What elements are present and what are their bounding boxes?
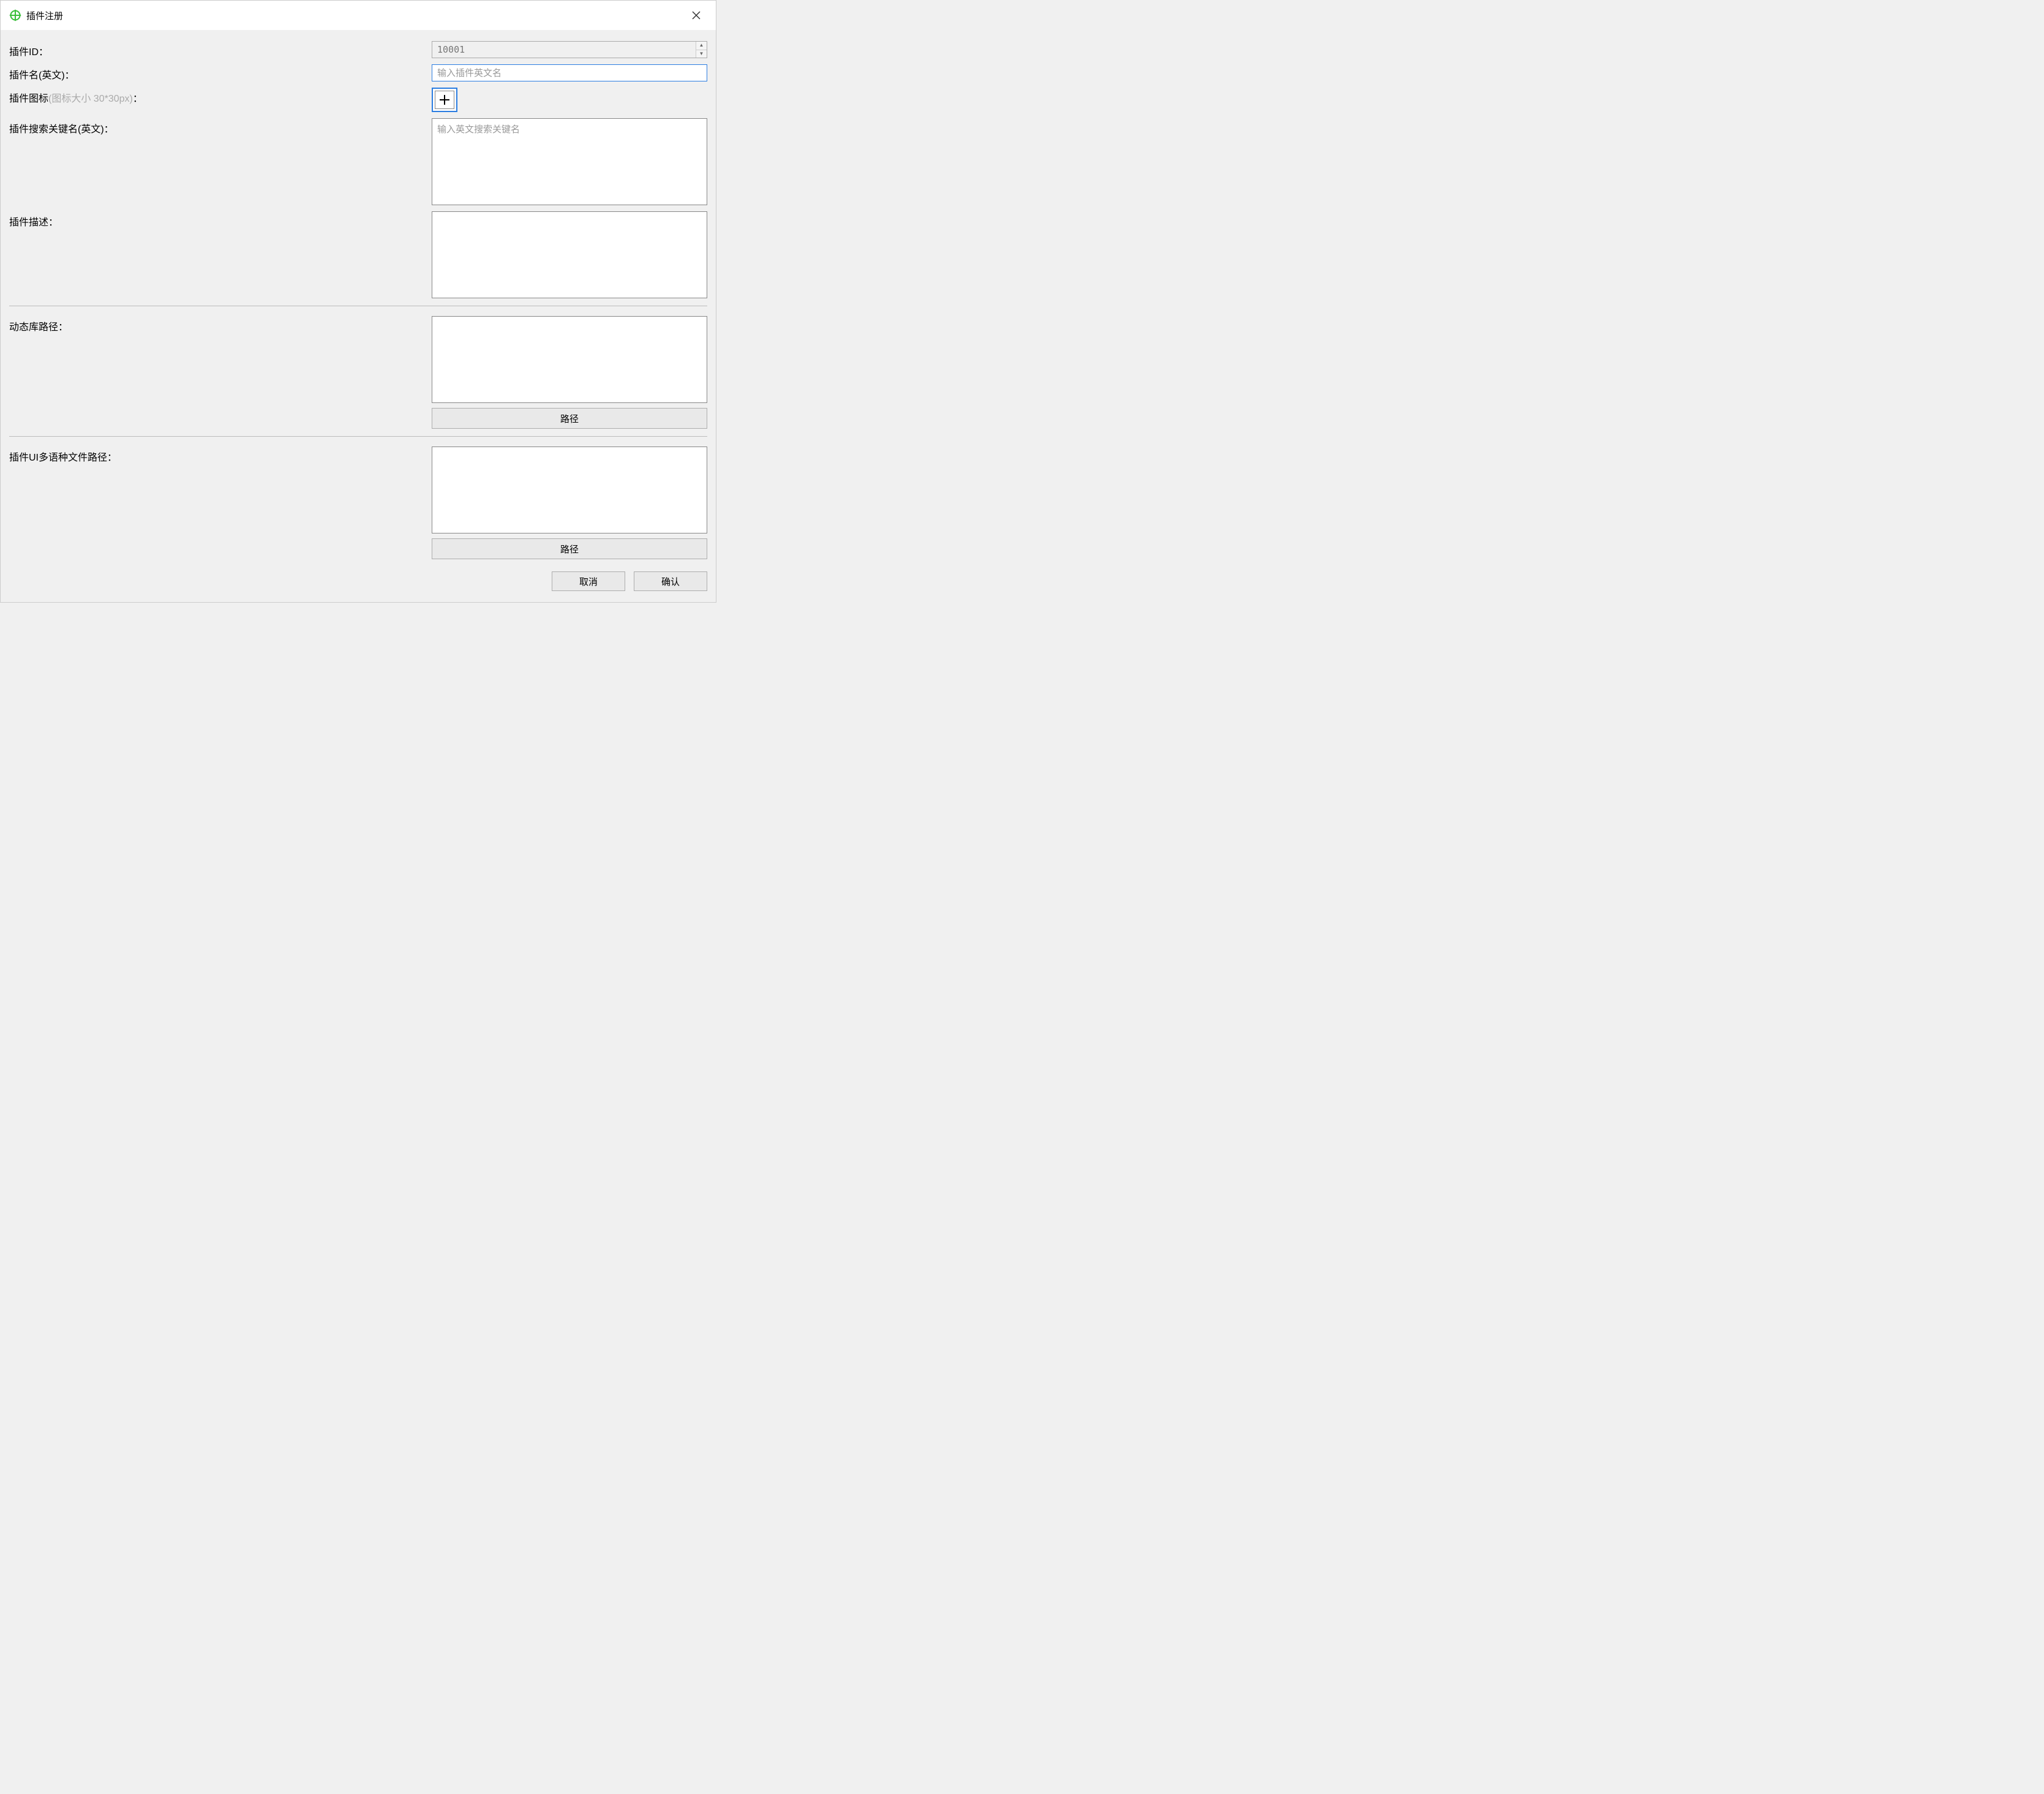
app-icon	[9, 9, 21, 21]
row-keywords: 插件搜索关键名(英文)：	[9, 118, 707, 205]
close-icon	[692, 11, 701, 20]
ui-lang-path-textarea[interactable]	[432, 447, 707, 533]
label-plugin-id: 插件ID：	[9, 41, 432, 58]
row-plugin-id: 插件ID： ▲ ▼	[9, 41, 707, 58]
close-button[interactable]	[685, 7, 707, 24]
divider-2	[9, 436, 707, 437]
label-keywords: 插件搜索关键名(英文)：	[9, 118, 432, 135]
label-plugin-icon-prefix: 插件图标	[9, 94, 48, 104]
plugin-register-dialog: 插件注册 插件ID： ▲ ▼ 插件名	[0, 0, 716, 603]
confirm-button[interactable]: 确认	[634, 571, 707, 591]
plugin-id-input[interactable]	[432, 42, 696, 58]
description-textarea[interactable]	[432, 211, 707, 298]
dll-path-textarea[interactable]	[432, 316, 707, 403]
ui-lang-path-button[interactable]: 路径	[432, 538, 707, 559]
row-plugin-icon: 插件图标(图标大小 30*30px)：	[9, 88, 707, 112]
row-dll-path: 动态库路径： 路径	[9, 316, 707, 429]
label-ui-lang-path: 插件UI多语种文件路径：	[9, 447, 432, 464]
keywords-textarea[interactable]	[432, 118, 707, 205]
plugin-name-input[interactable]	[432, 64, 707, 81]
add-icon-inner	[435, 91, 454, 109]
window-title: 插件注册	[26, 9, 63, 22]
add-icon-button[interactable]	[432, 88, 457, 112]
spinner-up-button[interactable]: ▲	[696, 42, 707, 50]
titlebar: 插件注册	[1, 1, 716, 30]
label-plugin-icon-suffix: ：	[133, 94, 143, 104]
plus-icon	[439, 94, 450, 105]
row-description: 插件描述：	[9, 211, 707, 298]
label-plugin-icon-hint: (图标大小 30*30px)	[48, 94, 133, 104]
label-dll-path: 动态库路径：	[9, 316, 432, 333]
row-plugin-name: 插件名(英文)：	[9, 64, 707, 81]
spinner-down-button[interactable]: ▼	[696, 50, 707, 58]
plugin-id-spinner[interactable]: ▲ ▼	[432, 41, 707, 58]
row-ui-lang-path: 插件UI多语种文件路径： 路径	[9, 447, 707, 559]
cancel-button[interactable]: 取消	[552, 571, 625, 591]
label-plugin-name: 插件名(英文)：	[9, 64, 432, 81]
dialog-content: 插件ID： ▲ ▼ 插件名(英文)： 插件图标(图标大小 30*30p	[1, 30, 716, 602]
label-plugin-icon: 插件图标(图标大小 30*30px)：	[9, 88, 432, 105]
label-description: 插件描述：	[9, 211, 432, 228]
dll-path-button[interactable]: 路径	[432, 408, 707, 429]
titlebar-left: 插件注册	[9, 9, 63, 22]
spinner-buttons: ▲ ▼	[696, 42, 707, 58]
dialog-footer: 取消 确认	[9, 565, 707, 594]
